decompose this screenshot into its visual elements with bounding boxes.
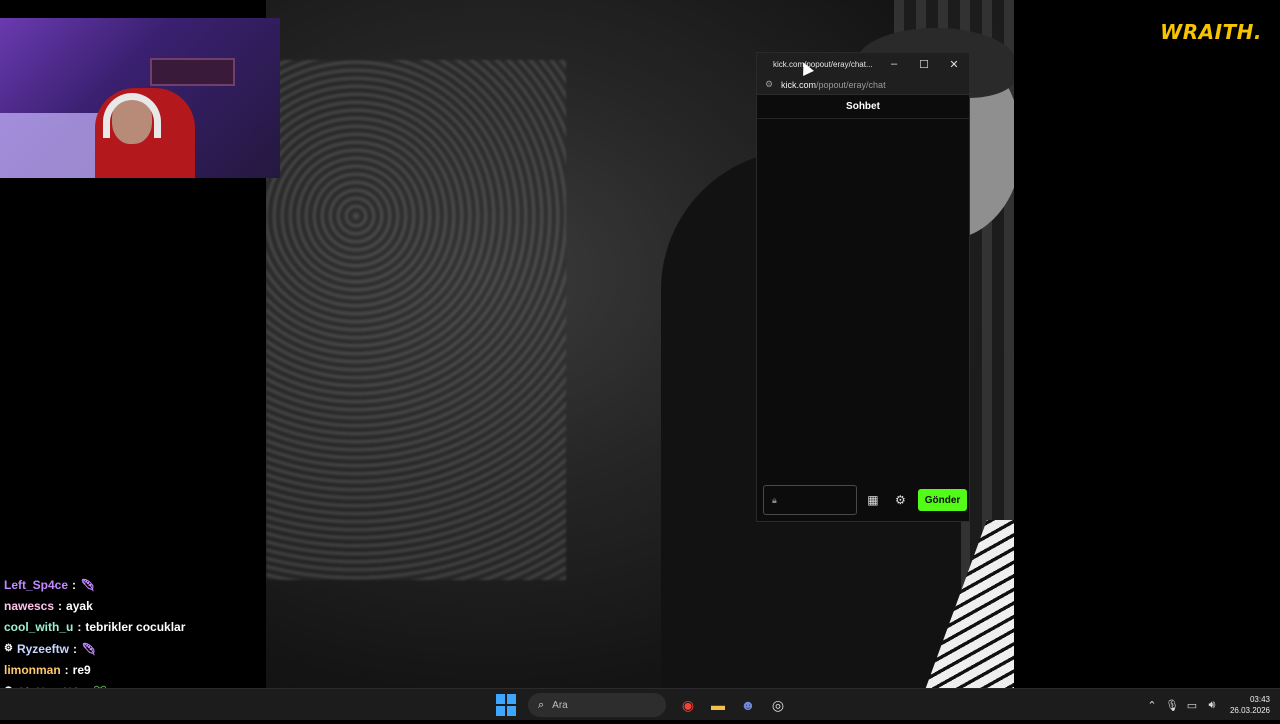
search-placeholder: Ara [552, 699, 568, 711]
brand-logo: WRAITH. [1160, 20, 1262, 44]
feather-emote-icon: 🪶︎ [80, 641, 97, 656]
clock-time: 03:43 [1249, 695, 1270, 704]
webcam-feed [0, 18, 280, 178]
start-button[interactable] [496, 694, 518, 716]
webcam-desk [0, 113, 110, 178]
chat-message-input[interactable]: 🔒︎ [763, 485, 858, 515]
clock[interactable]: 03:43 26.03.2026 [1230, 694, 1270, 716]
chat-separator: : [64, 663, 69, 678]
search-icon: ⌕ [538, 698, 545, 711]
chat-line: Left_Sp4ce: 🪶︎ [4, 574, 266, 595]
chevron-up-icon[interactable]: ⌃ [1142, 699, 1162, 712]
chrome-icon[interactable]: ◉ [674, 693, 702, 717]
chat-username: cool_with_u [4, 620, 74, 635]
maximize-button[interactable]: ☐ [909, 58, 939, 71]
webcam-wall-frame [150, 58, 235, 86]
audience-background [266, 60, 566, 580]
chat-separator: : [72, 641, 77, 656]
chat-separator: : [72, 577, 77, 592]
app-icon[interactable]: ◎ [764, 693, 792, 717]
url-path: /popout/eray/chat [816, 79, 886, 90]
popup-titlebar[interactable]: kick.com/popout/eray/chat... – ☐ ✕ [757, 53, 969, 75]
chat-username: limonman [4, 663, 61, 678]
system-tray: ⌃ 🎙︎ ▭ 🔊︎ 03:43 26.03.2026 [1142, 693, 1270, 717]
chat-messages-area [757, 123, 969, 483]
chat-message: tebrikler cocuklar [85, 620, 186, 635]
taskbar-search[interactable]: ⌕ Ara [528, 693, 666, 717]
clock-date: 26.03.2026 [1229, 706, 1270, 715]
chat-title: Sohbet [757, 95, 969, 119]
chat-line: cool_with_u: tebrikler cocuklar [4, 617, 266, 638]
volume-icon[interactable]: 🔊︎ [1202, 699, 1222, 712]
chat-username: Ryzeeftw [16, 641, 69, 656]
url-host: kick.com [781, 79, 817, 90]
chat-username: Left_Sp4ce [4, 577, 69, 592]
file-explorer-icon[interactable]: ▬ [704, 693, 732, 717]
chat-line: limonman: re9 [4, 660, 266, 681]
feather-emote-icon: 🪶︎ [80, 577, 96, 592]
stream-screen: WRAITH. kick.com/popout/eray/chat... – ☐… [0, 0, 1280, 720]
taskbar-apps: ⌕ Ara ◉ ▬ ☻ ◎ [496, 693, 794, 717]
network-icon[interactable]: ▭ [1182, 699, 1202, 712]
chat-input-row: 🔒︎ ▦ ⚙ Gönder [763, 485, 967, 515]
windows-taskbar: ⌕ Ara ◉ ▬ ☻ ◎ ⌃ 🎙︎ ▭ 🔊︎ 03:43 26.03.2026 [0, 688, 1280, 720]
close-button[interactable]: ✕ [939, 58, 969, 71]
discord-icon[interactable]: ☻ [734, 693, 762, 717]
lock-icon: 🔒︎ [772, 494, 777, 505]
site-settings-icon[interactable]: ⚙ [765, 79, 777, 90]
settings-badge-icon: ⚙ [4, 643, 13, 655]
chat-popup-window[interactable]: kick.com/popout/eray/chat... – ☐ ✕ ⚙ kic… [756, 52, 970, 522]
chat-line: nawescs: ayak [4, 595, 266, 616]
chat-message: ayak [66, 599, 93, 614]
chat-message: re9 [72, 663, 91, 678]
chat-username: nawescs [4, 599, 55, 614]
address-bar[interactable]: ⚙ kick.com/popout/eray/chat [757, 75, 969, 95]
chat-line: ⚙ Ryzeeftw: 🪶︎ [4, 638, 266, 659]
store-icon[interactable]: ▦ [861, 488, 884, 512]
minimize-button[interactable]: – [879, 58, 909, 70]
popup-window-title: kick.com/popout/eray/chat... [773, 59, 873, 69]
microphone-icon[interactable]: 🎙︎ [1162, 699, 1182, 712]
send-button[interactable]: Gönder [918, 489, 967, 511]
chat-separator: : [58, 599, 63, 614]
settings-icon[interactable]: ⚙ [889, 488, 912, 512]
chat-separator: : [77, 620, 82, 635]
